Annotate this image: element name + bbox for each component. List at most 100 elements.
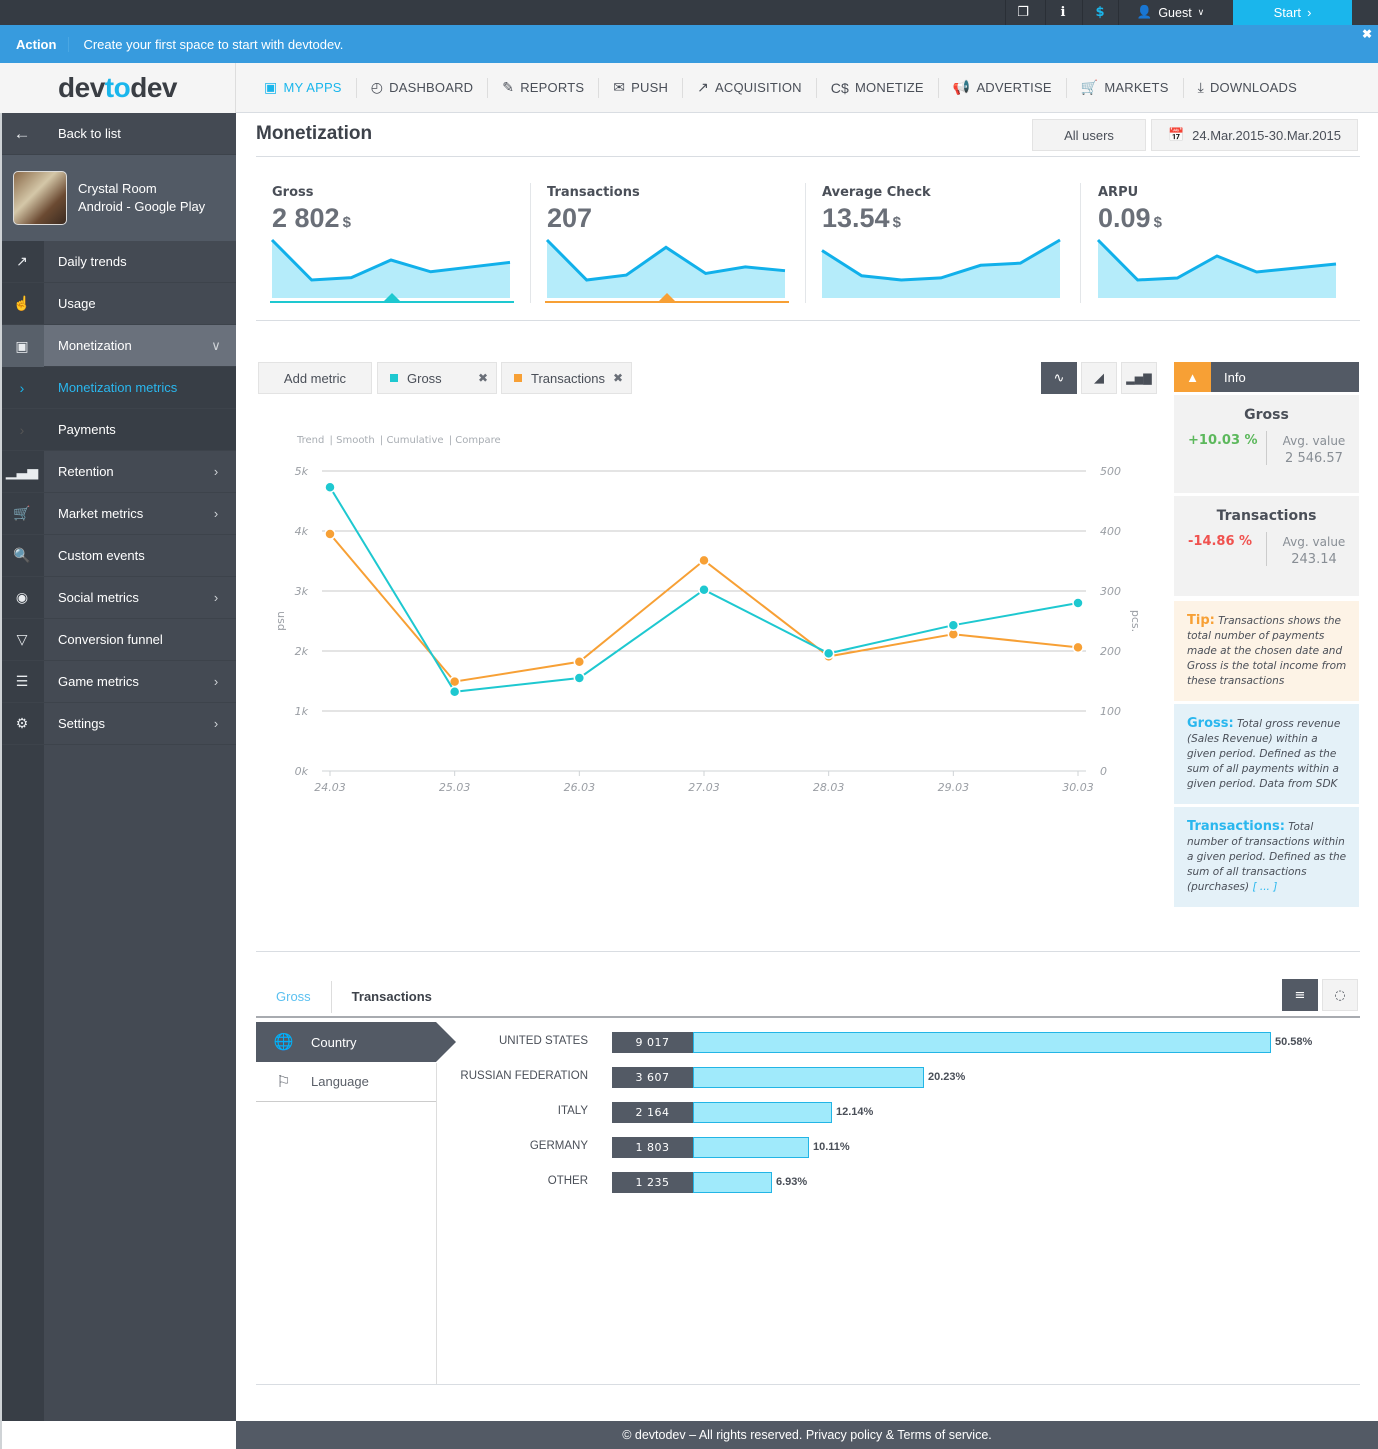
graduation-cap-icon: ▲ (1174, 362, 1211, 392)
bar-row[interactable]: RUSSIAN FEDERATION 3 607 20.23% (456, 1067, 1356, 1089)
app-card[interactable]: Crystal Room Android - Google Play (0, 155, 236, 241)
more-link[interactable]: [ ... ] (1252, 881, 1277, 893)
main-line-chart[interactable]: 0k 0 1k 100 2k 200 3k 300 4k 400 5k 500 24.03 25.03 26… (256, 453, 1156, 803)
nav-markets[interactable]: 🛒 MARKETS (1067, 77, 1184, 98)
nav-push[interactable]: ✉ PUSH (599, 77, 684, 98)
bar-view-button[interactable]: ≡ (1282, 979, 1318, 1011)
add-metric-button[interactable]: Add metric (258, 362, 372, 394)
nav-advertise[interactable]: 📢 ADVERTISE (939, 77, 1067, 98)
bar-row[interactable]: UNITED STATES 9 017 50.58% (456, 1032, 1356, 1054)
y2-axis-label: pcs. (1129, 610, 1142, 632)
nav-label: DASHBOARD (389, 80, 474, 95)
mode-smooth[interactable]: Smooth (336, 435, 375, 446)
bar-row[interactable]: OTHER 1 235 6.93% (456, 1172, 1356, 1194)
data-point-gross[interactable] (448, 686, 461, 698)
sidebar-label: Social metrics (58, 590, 139, 605)
country-value: 2 164 (612, 1102, 693, 1123)
y-tick-label: 4k (295, 525, 309, 538)
avg-value: 243.14 (1291, 552, 1337, 567)
mode-trend[interactable]: Trend (297, 435, 324, 446)
start-button[interactable]: Start › (1233, 0, 1352, 25)
data-point-transactions[interactable] (698, 554, 710, 567)
dollar-icon[interactable]: $ (1082, 0, 1117, 25)
app-thumbnail (13, 171, 67, 225)
nav-reports[interactable]: ✎ REPORTS (488, 77, 600, 98)
x-tick-label: 27.03 (688, 781, 720, 794)
metric-chip-gross[interactable]: Gross ✖ (377, 362, 497, 394)
data-point-gross[interactable] (1072, 597, 1084, 609)
nav-dashboard[interactable]: ◴ DASHBOARD (357, 77, 489, 98)
data-point-gross[interactable] (947, 619, 960, 631)
data-point-transactions[interactable] (1072, 641, 1084, 654)
kpi-gross[interactable]: Gross 2 802 $ (256, 183, 531, 313)
bar-row[interactable]: GERMANY 1 803 10.11% (456, 1137, 1356, 1159)
tab-transactions[interactable]: Transactions (332, 981, 452, 1013)
bar-row[interactable]: ITALY 2 164 12.14% (456, 1102, 1356, 1124)
sidebar-item-social-metrics[interactable]: ◉ Social metrics › (0, 577, 236, 619)
info-icon[interactable]: i (1045, 0, 1080, 25)
data-point-gross[interactable] (573, 672, 586, 684)
user-menu[interactable]: 👤 Guest ∨ (1118, 0, 1222, 25)
area-chart-button[interactable]: ◢ (1081, 362, 1117, 394)
donut-view-button[interactable]: ◌ (1322, 979, 1358, 1011)
sidebar-item-retention[interactable]: ▁▃▅ Retention › (0, 451, 236, 493)
dimension-country[interactable]: 🌐 Country (256, 1022, 456, 1062)
chevron-right-icon: › (213, 674, 219, 689)
date-range-picker[interactable]: 📅 24.Mar.2015-30.Mar.2015 (1151, 119, 1358, 151)
sidebar-item-custom-events[interactable]: 🔍 Custom events (0, 535, 236, 577)
segment-select[interactable]: All users (1032, 119, 1146, 151)
divider (1266, 431, 1267, 465)
x-tick-label: 28.03 (813, 781, 845, 794)
nav-my-apps[interactable]: ▣ MY APPS (250, 77, 357, 98)
data-point-transactions[interactable] (324, 528, 336, 540)
close-icon[interactable]: ✖ (1362, 27, 1372, 41)
y2-tick-label: 300 (1100, 585, 1121, 598)
kpi-value: 2 802 $ (272, 203, 351, 234)
tip-label: Tip: (1187, 613, 1215, 628)
sidebar-item-game-metrics[interactable]: ☰ Game metrics › (0, 661, 236, 703)
sidebar-item-monetization[interactable]: ▣ Monetization ∨ (0, 324, 236, 367)
sidebar-item-usage[interactable]: ☝ Usage (0, 283, 236, 325)
sidebar-item-market-metrics[interactable]: 🛒 Market metrics › (0, 493, 236, 535)
info-header[interactable]: ▲ Info (1174, 362, 1359, 392)
nav-label: MARKETS (1104, 80, 1169, 95)
sidebar-item-daily-trends[interactable]: ↗ Daily trends (0, 241, 236, 283)
bar-fill (693, 1137, 809, 1158)
sidebar-item-monetization-metrics[interactable]: › Monetization metrics (0, 367, 236, 409)
mode-compare[interactable]: Compare (455, 435, 500, 446)
funnel-icon: ▽ (16, 631, 28, 647)
kpi-underline (545, 301, 789, 303)
mode-cumulative[interactable]: Cumulative (386, 435, 443, 446)
data-point-gross[interactable] (698, 584, 710, 596)
data-point-gross[interactable] (324, 481, 336, 493)
action-message[interactable]: Create your first space to start with de… (83, 37, 343, 52)
nav-acquisition[interactable]: ↗ ACQUISITION (683, 77, 817, 98)
tab-gross[interactable]: Gross (256, 981, 332, 1013)
back-to-list[interactable]: ← Back to list (0, 113, 236, 155)
app-platform: Android - Google Play (78, 199, 206, 214)
sidebar-item-settings[interactable]: ⚙ Settings › (0, 703, 236, 745)
y-tick-label: 2k (295, 645, 309, 658)
sidebar-item-payments[interactable]: › Payments (0, 409, 236, 451)
legend-swatch (390, 374, 398, 382)
kpi-arpu[interactable]: ARPU 0.09 $ (1082, 183, 1357, 313)
data-point-gross[interactable] (822, 647, 835, 660)
line-chart-button[interactable]: ∿ (1041, 362, 1077, 394)
info-title: Info (1224, 369, 1246, 385)
data-point-transactions[interactable] (573, 656, 586, 668)
info-card-title: Gross (1244, 407, 1289, 423)
metric-chip-transactions[interactable]: Transactions ✖ (501, 362, 632, 394)
sidebar-item-conversion-funnel[interactable]: ▽ Conversion funnel (0, 619, 236, 661)
windows-icon[interactable]: ❐ (1005, 0, 1040, 25)
remove-icon[interactable]: ✖ (613, 371, 623, 385)
nav-monetize[interactable]: C$ MONETIZE (817, 77, 939, 98)
bar-chart-button[interactable]: ▂▅▇ (1121, 362, 1157, 394)
dimension-language[interactable]: ⚐ Language (256, 1062, 436, 1102)
nav-downloads[interactable]: ⤓ DOWNLOADS (1184, 78, 1311, 98)
country-name: OTHER (547, 1175, 588, 1187)
kpi-average-check[interactable]: Average Check 13.54 $ (806, 183, 1081, 313)
remove-icon[interactable]: ✖ (478, 371, 488, 385)
logo[interactable]: dev to dev (0, 63, 236, 113)
kpi-transactions[interactable]: Transactions 207 (531, 183, 806, 313)
apps-icon: ▣ (264, 79, 278, 95)
